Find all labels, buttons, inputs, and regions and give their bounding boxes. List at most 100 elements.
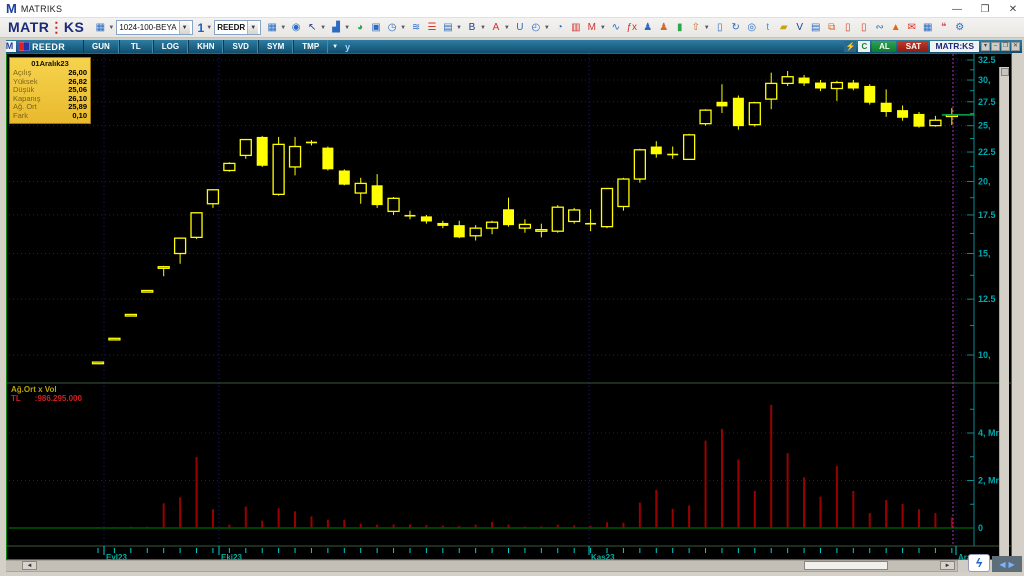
- gauge-icon-dropdown[interactable]: ▼: [544, 25, 550, 31]
- svg-text:17.5: 17.5: [978, 210, 996, 220]
- fx-icon[interactable]: ƒx: [625, 20, 639, 35]
- save-icon[interactable]: ▦: [265, 20, 279, 35]
- v-icon[interactable]: V: [793, 20, 807, 35]
- report-icon[interactable]: ▤: [809, 20, 823, 35]
- document-icon[interactable]: ▯: [713, 20, 727, 35]
- workspace-combo-arrow[interactable]: ▼: [178, 21, 190, 34]
- right-scroll-strip[interactable]: [999, 67, 1009, 574]
- calculator-icon[interactable]: ▦: [921, 20, 935, 35]
- font-a-icon[interactable]: A: [489, 20, 503, 35]
- chart-button-tmp[interactable]: TMP: [293, 40, 329, 53]
- traffic-light-icon[interactable]: ▮: [673, 20, 687, 35]
- viop-icon[interactable]: ▥: [569, 20, 583, 35]
- scrollbar-thumb[interactable]: [804, 561, 888, 570]
- line-chart-icon[interactable]: ∿: [609, 20, 623, 35]
- handshake-icon[interactable]: ≋: [409, 20, 423, 35]
- gauge-icon[interactable]: ◴: [529, 20, 543, 35]
- matriks-m-icon-dropdown[interactable]: ▼: [600, 25, 606, 31]
- underline-u-icon[interactable]: U: [513, 20, 527, 35]
- chart-win-button-2[interactable]: ❐: [1001, 42, 1010, 51]
- candle-sm2-icon[interactable]: ▯: [857, 20, 871, 35]
- bold-b-icon-dropdown[interactable]: ▼: [480, 25, 486, 31]
- chart-button-sym[interactable]: SYM: [257, 40, 294, 53]
- book-icon-dropdown[interactable]: ▼: [456, 25, 462, 31]
- save-dropdown-arrow[interactable]: ▼: [108, 25, 114, 31]
- save-workspace-icon[interactable]: ▦: [93, 20, 107, 35]
- link-icon[interactable]: ∾: [873, 20, 887, 35]
- twitter-icon[interactable]: t: [761, 20, 775, 35]
- workspace-combo[interactable]: 1024-100-BEYA ▼: [116, 20, 193, 35]
- symbol-search-combo[interactable]: REEDR ▼: [214, 20, 262, 35]
- chart-window: M REEDR GUN TL LOG KHN SVD SYM TMP ▼ y ⚡ C AL …: [0, 40, 1024, 574]
- scroll-left-button[interactable]: ◄: [22, 561, 37, 570]
- user-icon[interactable]: ♟: [641, 20, 655, 35]
- chart-win-button-3[interactable]: ✕: [1011, 42, 1020, 51]
- toolbar-icon-strip: ▦ ▼ ◉ ↖ ▼ ▟ ▼ ◕ ▣ ◷ ▼ ≋ ☰ ▤ ▼ B ▼ A ▼ U ◴ ▼ ◔ ▥ M ▼ ∿ ƒx ♟ ♟ ▮ ⇧ ▼ ▯ ↻ ◎ t ▰ V…: [264, 20, 968, 35]
- upload-box-icon[interactable]: ⇧: [689, 20, 703, 35]
- maximize-button[interactable]: ❐: [978, 4, 992, 15]
- info-row-Fark: Fark 0,10: [13, 110, 87, 120]
- chart-button-gun[interactable]: GUN: [83, 40, 119, 53]
- bar-chart-icon-dropdown[interactable]: ▼: [344, 25, 350, 31]
- users-icon[interactable]: ♟: [657, 20, 671, 35]
- strip-top-button[interactable]: [1001, 68, 1009, 76]
- twitter-share-icon[interactable]: y: [342, 42, 353, 52]
- chart-win-button-1[interactable]: –: [991, 42, 1000, 51]
- gauge2-icon[interactable]: ◔: [553, 20, 567, 35]
- lightning-icon[interactable]: ⚡: [844, 41, 857, 52]
- page-number[interactable]: 1: [198, 21, 205, 35]
- chart-button-svd[interactable]: SVD: [223, 40, 258, 53]
- page-dropdown-arrow[interactable]: ▼: [206, 25, 212, 31]
- upload-box-icon-dropdown[interactable]: ▼: [704, 25, 710, 31]
- clock-icon[interactable]: ◷: [385, 20, 399, 35]
- alarm-icon[interactable]: ▲: [889, 20, 903, 35]
- svg-text:15,: 15,: [978, 249, 991, 259]
- matriks-m-icon[interactable]: M: [585, 20, 599, 35]
- pie-chart-icon[interactable]: ◕: [353, 20, 367, 35]
- matriks-app: M MATRIKS — ❐ ✕ MATR⋮KS ▦ ▼ 1024-100-BEYA…: [0, 0, 1024, 576]
- cursor-icon[interactable]: ↖: [305, 20, 319, 35]
- folder-icon[interactable]: ▰: [777, 20, 791, 35]
- buy-al-button[interactable]: AL: [872, 41, 897, 52]
- period-dropdown-arrow[interactable]: ▼: [328, 44, 342, 50]
- chat-icon[interactable]: ❝: [937, 20, 951, 35]
- cursor-icon-dropdown[interactable]: ▼: [320, 25, 326, 31]
- search2-icon[interactable]: ◎: [745, 20, 759, 35]
- chart-titlebar[interactable]: M REEDR GUN TL LOG KHN SVD SYM TMP ▼ y ⚡ C AL …: [2, 40, 1022, 53]
- matriks-mini-logo: MATR:KS: [930, 41, 979, 52]
- symbol-combo-arrow[interactable]: ▼: [247, 21, 259, 34]
- svg-text:30,: 30,: [978, 75, 991, 85]
- font-a-icon-dropdown[interactable]: ▼: [504, 25, 510, 31]
- save-icon-dropdown[interactable]: ▼: [280, 25, 286, 31]
- refresh-icon[interactable]: ↻: [729, 20, 743, 35]
- monitor-icon[interactable]: ▣: [369, 20, 383, 35]
- book-icon[interactable]: ▤: [441, 20, 455, 35]
- chart-button-tl[interactable]: TL: [118, 40, 153, 53]
- nav-right-icon[interactable]: ▶: [1009, 560, 1015, 569]
- list-icon[interactable]: ☰: [425, 20, 439, 35]
- mail-icon[interactable]: ✉: [905, 20, 919, 35]
- matriks-spinner-icon[interactable]: ϟ: [968, 554, 990, 572]
- candlestick-chart[interactable]: 32.5 30, 27.5 25, 22.5 20, 17.5 15, 12.5 10, 4, Mr…: [7, 54, 1013, 561]
- sell-sat-button[interactable]: SAT: [898, 41, 929, 52]
- bottom-scroll-row: ◄ ► ϟ ◀ ▶: [2, 554, 1022, 572]
- minimize-button[interactable]: —: [950, 4, 964, 15]
- clock-icon-dropdown[interactable]: ▼: [400, 25, 406, 31]
- chart-button-khn[interactable]: KHN: [188, 40, 224, 53]
- zoom-icon[interactable]: ◉: [289, 20, 303, 35]
- window-icon[interactable]: ⧉: [825, 20, 839, 35]
- svg-text:10,: 10,: [978, 350, 991, 360]
- c-button[interactable]: C: [858, 41, 871, 52]
- nav-left-icon[interactable]: ◀: [999, 560, 1005, 569]
- scroll-right-button[interactable]: ►: [940, 561, 955, 570]
- bar-chart-icon[interactable]: ▟: [329, 20, 343, 35]
- close-button[interactable]: ✕: [1006, 4, 1020, 15]
- chart-area[interactable]: 32.5 30, 27.5 25, 22.5 20, 17.5 15, 12.5 10, 4, Mr…: [6, 53, 1013, 574]
- bold-b-icon[interactable]: B: [465, 20, 479, 35]
- chart-button-log[interactable]: LOG: [152, 40, 189, 53]
- gears-icon[interactable]: ⚙: [953, 20, 967, 35]
- svg-text:12.5: 12.5: [978, 294, 996, 304]
- chart-win-button-0[interactable]: ▾: [981, 42, 990, 51]
- chart-nav-arrows[interactable]: ◀ ▶: [992, 556, 1022, 572]
- candle-sm-icon[interactable]: ▯: [841, 20, 855, 35]
